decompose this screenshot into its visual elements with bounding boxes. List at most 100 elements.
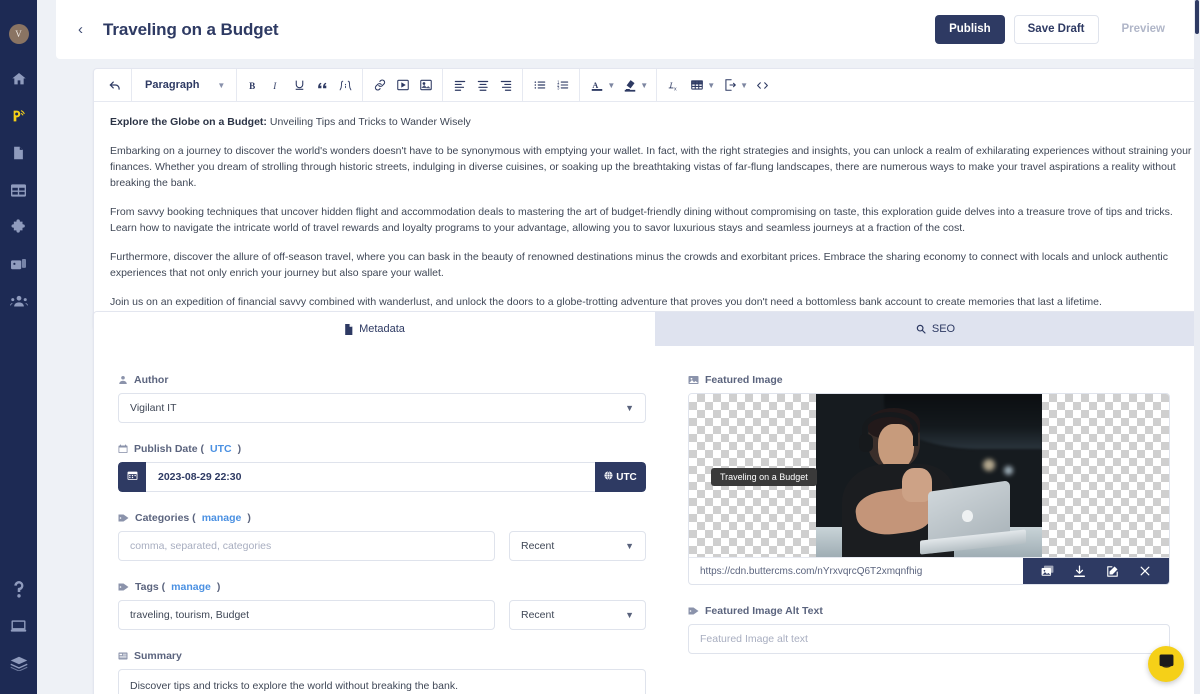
undo-icon	[108, 78, 122, 92]
highlight-button[interactable]	[618, 74, 641, 97]
categories-label: Categories (manage)	[118, 512, 646, 524]
timezone-label: UTC	[616, 472, 637, 483]
page-scrollbar-thumb[interactable]	[1195, 0, 1199, 34]
italic-button[interactable]: I	[265, 74, 288, 97]
featured-image-alt-field: Featured Image Alt Text Featured Image a…	[688, 605, 1170, 654]
undo-button[interactable]	[103, 74, 126, 97]
tags-input[interactable]: traveling, tourism, Budget	[118, 600, 495, 630]
calendar-picker-button[interactable]	[118, 462, 146, 492]
intercom-chat-launcher[interactable]	[1148, 646, 1184, 682]
text-color-chevron-down-icon[interactable]: ▼	[607, 81, 615, 90]
toolbar-group-align	[443, 69, 523, 102]
page-icon	[11, 145, 26, 161]
sidebar-item-components[interactable]	[6, 214, 32, 240]
link-button[interactable]	[368, 74, 391, 97]
page-scrollbar-track[interactable]	[1194, 0, 1200, 694]
publish-date-field: Publish Date (UTC) 2023-08-29 22:30	[118, 443, 646, 492]
video-button[interactable]	[391, 74, 414, 97]
publish-date-input-group: 2023-08-29 22:30 UTC	[118, 462, 646, 492]
table-icon	[690, 78, 704, 92]
sidebar-item-media[interactable]	[6, 251, 32, 277]
numbered-list-button[interactable]: 1 2 3	[551, 74, 574, 97]
table-chevron-down-icon[interactable]: ▼	[707, 81, 715, 90]
text-color-button[interactable]: A	[585, 74, 608, 97]
sidebar-item-docs[interactable]	[6, 620, 32, 646]
clear-formatting-button[interactable]: I x	[662, 74, 685, 97]
code-snippet-button[interactable]	[334, 74, 357, 97]
toolbar-group-history	[98, 69, 132, 102]
preview-button[interactable]: Preview	[1108, 15, 1179, 44]
timezone-button[interactable]: UTC	[595, 462, 646, 492]
page-break-chevron-down-icon[interactable]: ▼	[740, 81, 748, 90]
tab-metadata[interactable]: Metadata	[94, 312, 655, 346]
publish-button[interactable]: Publish	[935, 15, 1005, 44]
editor-paragraph-4: Join us on an expedition of financial sa…	[110, 295, 1200, 311]
toolbar-group-colors: A ▼ ▼	[580, 69, 657, 102]
users-icon	[10, 294, 28, 308]
tags-manage-link[interactable]: manage	[171, 581, 211, 593]
sidebar-item-collections[interactable]	[6, 177, 32, 203]
featured-image-label: Featured Image	[688, 374, 1170, 386]
calendar-icon	[127, 468, 138, 486]
page-break-icon	[723, 78, 737, 92]
sidebar-item-api[interactable]	[6, 657, 32, 683]
editor-content[interactable]: Explore the Globe on a Budget: Unveiling…	[94, 102, 1200, 329]
sidebar-item-help[interactable]	[6, 583, 32, 609]
chevron-down-icon: ▼	[625, 610, 634, 620]
align-left-button[interactable]	[448, 74, 471, 97]
categories-input[interactable]: comma, separated, categories	[118, 531, 495, 561]
underline-button[interactable]	[288, 74, 311, 97]
replace-image-icon[interactable]	[1037, 561, 1057, 581]
avatar[interactable]: V	[9, 24, 29, 44]
author-select[interactable]: Vigilant IT ▼	[118, 393, 646, 423]
image-icon	[419, 78, 433, 92]
sidebar-item-team[interactable]	[6, 288, 32, 314]
insert-image-button[interactable]	[414, 74, 437, 97]
layers-icon	[10, 656, 28, 671]
chat-bubble-icon	[1158, 653, 1175, 675]
align-center-button[interactable]	[471, 74, 494, 97]
edit-icon[interactable]	[1102, 561, 1122, 581]
summary-label: Summary	[118, 650, 646, 662]
home-icon	[11, 71, 27, 87]
question-mark-icon	[13, 581, 25, 598]
remove-icon[interactable]	[1135, 561, 1155, 581]
publish-date-label-text: Publish Date (	[134, 443, 204, 455]
bullet-list-button[interactable]	[528, 74, 551, 97]
sidebar-item-blog[interactable]	[6, 103, 32, 129]
save-draft-button[interactable]: Save Draft	[1014, 15, 1099, 44]
bold-button[interactable]: B	[242, 74, 265, 97]
featured-image-preview[interactable]: Traveling on a Budget	[689, 394, 1169, 557]
page-break-button[interactable]	[718, 74, 741, 97]
featured-image-url-bar: https://cdn.buttercms.com/nYrxvqrcQ6T2xm…	[689, 557, 1169, 584]
tags-recent-select[interactable]: Recent ▼	[509, 600, 646, 630]
sidebar-item-home[interactable]	[6, 66, 32, 92]
svg-text:x: x	[674, 86, 677, 92]
categories-recent-select[interactable]: Recent ▼	[509, 531, 646, 561]
highlight-chevron-down-icon[interactable]: ▼	[640, 81, 648, 90]
clear-formatting-icon: I x	[667, 78, 681, 92]
sidebar-item-pages[interactable]	[6, 140, 32, 166]
download-icon[interactable]	[1070, 561, 1090, 581]
toolbar-group-insert	[363, 69, 443, 102]
back-button[interactable]: ‹	[74, 20, 87, 39]
author-label: Author	[118, 374, 646, 386]
categories-recent-value: Recent	[521, 540, 554, 552]
align-right-button[interactable]	[494, 74, 517, 97]
categories-manage-link[interactable]: manage	[202, 512, 242, 524]
tab-seo[interactable]: SEO	[655, 312, 1200, 346]
summary-textarea[interactable]: Discover tips and tricks to explore the …	[118, 669, 646, 694]
book-icon	[10, 619, 27, 633]
featured-image-url[interactable]: https://cdn.buttercms.com/nYrxvqrcQ6T2xm…	[689, 558, 1023, 584]
page-header: ‹ Traveling on a Budget Publish Save Dra…	[56, 0, 1197, 59]
tab-seo-label: SEO	[932, 323, 955, 335]
block-format-select[interactable]: Paragraph ▼	[137, 79, 231, 91]
insert-table-button[interactable]	[685, 74, 708, 97]
source-code-button[interactable]	[751, 74, 774, 97]
summary-value: Discover tips and tricks to explore the …	[130, 680, 458, 692]
publish-date-input[interactable]: 2023-08-29 22:30	[146, 462, 595, 492]
align-left-icon	[453, 78, 467, 92]
featured-image-alt-input[interactable]: Featured Image alt text	[688, 624, 1170, 654]
publish-date-utc-link[interactable]: UTC	[210, 443, 232, 455]
blockquote-button[interactable]	[311, 74, 334, 97]
